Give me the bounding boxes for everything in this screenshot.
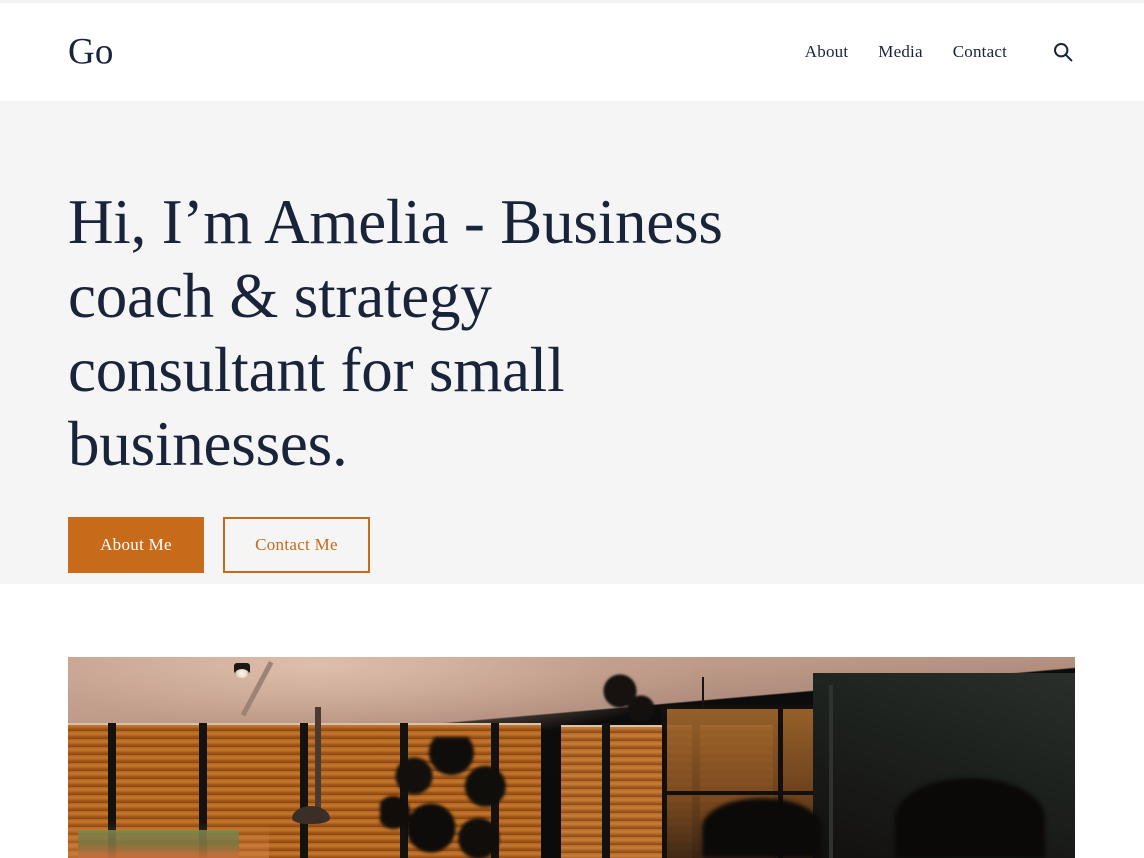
contact-me-button[interactable]: Contact Me: [223, 517, 370, 573]
photo-floor-glow: [68, 821, 270, 858]
nav-item-media[interactable]: Media: [878, 42, 922, 62]
photo-shelf-post: [662, 705, 668, 858]
photo-silhouette: [702, 798, 823, 858]
photo-spot-lamp: [234, 663, 251, 679]
photo-blind-strap: [299, 723, 308, 858]
photo-pendant-rod: [314, 707, 321, 812]
hero-photo: [68, 657, 1075, 858]
search-icon: [1052, 41, 1074, 63]
about-me-button[interactable]: About Me: [68, 517, 204, 573]
photo-pendant-shade: [291, 805, 330, 824]
nav-item-contact[interactable]: Contact: [953, 42, 1007, 62]
site-header: Go About Media Contact: [0, 3, 1144, 101]
photo-hanging-wire: [702, 677, 705, 708]
page-root: Go About Media Contact Hi, I’m Amelia - …: [0, 0, 1144, 858]
nav-item-about[interactable]: About: [805, 42, 849, 62]
site-logo[interactable]: Go: [68, 34, 114, 71]
photo-plant-small: [591, 667, 662, 728]
photo-blind-strap: [601, 723, 610, 858]
page-title: Hi, I’m Amelia - Business coach & strate…: [68, 187, 723, 479]
hero-content: Hi, I’m Amelia - Business coach & strate…: [68, 185, 768, 573]
photo-door-frame: [829, 685, 834, 858]
hero-button-group: About Me Contact Me: [68, 517, 768, 573]
photo-section: [0, 584, 1144, 858]
primary-navigation: About Media Contact: [805, 39, 1076, 65]
photo-silhouette: [894, 778, 1045, 858]
photo-plant: [380, 737, 551, 858]
search-button[interactable]: [1050, 39, 1076, 65]
hero-section: Hi, I’m Amelia - Business coach & strate…: [0, 101, 1144, 584]
interior-photo-illustration: [68, 657, 1075, 858]
